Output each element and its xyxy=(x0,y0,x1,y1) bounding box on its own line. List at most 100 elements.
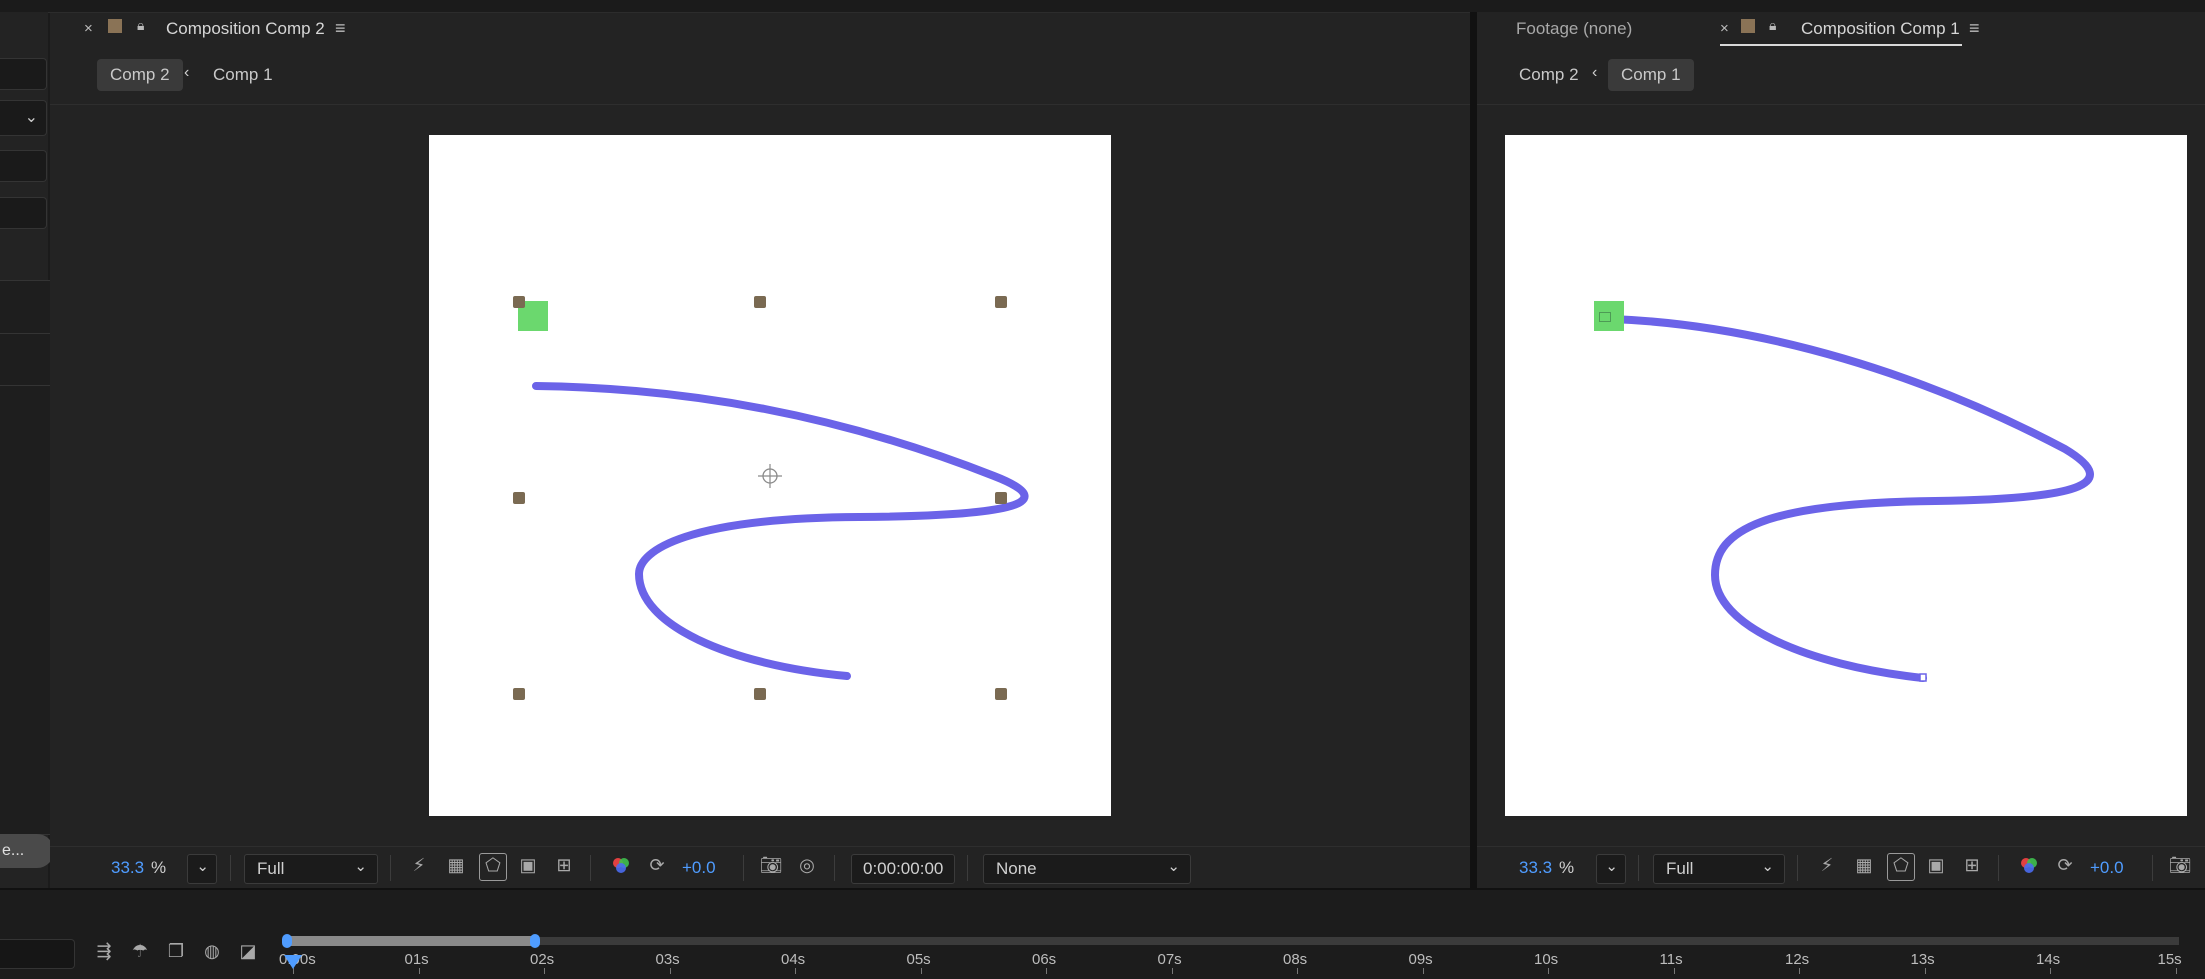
ruler-tick xyxy=(418,968,420,974)
panel-menu-icon[interactable]: ≡ xyxy=(1969,18,1980,39)
work-area-end-handle[interactable] xyxy=(530,934,540,948)
work-area-track[interactable] xyxy=(285,937,2179,945)
transform-handle[interactable] xyxy=(513,492,525,504)
comp2-canvas[interactable] xyxy=(429,135,1111,816)
left-dropdown[interactable]: ⌄ xyxy=(0,100,47,136)
composition-mini-flowchart-icon[interactable]: ⇶ xyxy=(91,940,117,966)
frame-blending-icon[interactable]: ❐ xyxy=(163,940,189,966)
ruler-tick xyxy=(669,968,671,974)
timeline-panel xyxy=(0,888,2205,979)
breadcrumb-comp2[interactable]: Comp 2 xyxy=(1519,65,1579,85)
close-icon[interactable]: × xyxy=(1720,20,1729,37)
mask-path-visibility-icon[interactable]: ⬠ xyxy=(479,853,507,881)
comp1-motion-path xyxy=(1608,315,2094,682)
motion-blur-icon[interactable]: ◍ xyxy=(199,940,225,966)
draft-3d-icon[interactable]: ☂︎ xyxy=(127,940,153,966)
divider xyxy=(743,855,744,881)
transparency-grid-icon[interactable]: ▦ xyxy=(443,854,469,880)
show-snapshot-icon[interactable]: ◎ xyxy=(794,854,820,880)
lock-icon[interactable]: 🔒︎ xyxy=(1769,17,1776,34)
work-area-bar[interactable] xyxy=(289,936,535,946)
comp1-canvas[interactable] xyxy=(1505,135,2187,816)
anchor-point-icon[interactable] xyxy=(758,464,782,488)
current-time-field[interactable]: 0:00:00:00 xyxy=(851,854,955,884)
playhead-indicator[interactable] xyxy=(284,955,302,969)
zoom-dropdown[interactable]: ⌄ xyxy=(1596,854,1626,884)
timeline-search-field[interactable] xyxy=(0,939,75,969)
ruler-tick xyxy=(2175,968,2177,974)
mask-path-visibility-icon[interactable]: ⬠ xyxy=(1887,853,1915,881)
divider xyxy=(967,855,968,881)
transform-handle[interactable] xyxy=(995,688,1007,700)
chevron-down-icon: ⌄ xyxy=(354,858,367,875)
breadcrumb-comp1[interactable]: Comp 1 xyxy=(1608,59,1694,91)
ruler-tick-label: 06s xyxy=(1032,951,1057,968)
chevron-down-icon: ⌄ xyxy=(1605,858,1618,875)
transform-handle[interactable] xyxy=(754,688,766,700)
reset-exposure-icon[interactable]: ⟳ xyxy=(2052,854,2078,880)
transparency-grid-icon[interactable]: ▦ xyxy=(1851,854,1877,880)
ruler-tick-label: 10s xyxy=(1534,951,1559,968)
channel-rgb-icon[interactable] xyxy=(2016,854,2042,880)
ruler-tick xyxy=(1548,968,1549,974)
zoom-value[interactable]: 33.3 xyxy=(1519,858,1552,878)
comp-swatch-icon xyxy=(1741,19,1755,33)
panel-menu-icon[interactable]: ≡ xyxy=(335,18,346,39)
lock-icon[interactable]: 🔒︎ xyxy=(137,17,144,34)
graph-editor-icon[interactable]: ◪ xyxy=(235,940,261,966)
exposure-value[interactable]: +0.0 xyxy=(682,858,716,878)
left-action-button[interactable]: e... xyxy=(0,834,54,868)
camera-snapshot-icon[interactable]: 📷︎ xyxy=(758,854,784,880)
breadcrumb-comp1[interactable]: Comp 1 xyxy=(213,65,273,85)
resolution-label: Full xyxy=(1666,859,1694,878)
transform-handle[interactable] xyxy=(754,296,766,308)
path-endpoint[interactable] xyxy=(1919,673,1927,682)
zoom-dropdown[interactable]: ⌄ xyxy=(187,854,217,884)
transform-handle[interactable] xyxy=(995,492,1007,504)
panel-divider[interactable] xyxy=(1470,12,1477,888)
comp2-motion-path xyxy=(532,382,1029,680)
region-of-interest-icon[interactable]: ▣ xyxy=(515,854,541,880)
left-field-2[interactable] xyxy=(0,150,47,182)
work-area-start-handle[interactable] xyxy=(282,934,292,948)
ruler-tick-label: 04s xyxy=(781,951,806,968)
layer-anchor-marker xyxy=(1599,312,1611,322)
resolution-dropdown[interactable]: Full ⌄ xyxy=(244,854,378,884)
ruler-tick-label: 01s xyxy=(404,951,429,968)
transform-handle[interactable] xyxy=(995,296,1007,308)
grid-guides-icon[interactable]: ⊞ xyxy=(1959,854,1985,880)
fast-previews-icon[interactable]: ⚡︎ xyxy=(406,854,432,880)
tab-composition-comp1[interactable]: Composition Comp 1 xyxy=(1801,19,1960,39)
left-field-3[interactable] xyxy=(0,197,47,229)
left-list xyxy=(0,280,51,835)
tab-composition-comp2[interactable]: Composition Comp 2 xyxy=(166,19,325,39)
divider xyxy=(1797,855,1798,881)
zoom-value[interactable]: 33.3 xyxy=(111,858,144,878)
left-field-1[interactable] xyxy=(0,58,47,90)
rgb-circles xyxy=(613,858,629,873)
chevron-down-icon: ⌄ xyxy=(24,109,38,126)
ruler-tick-label: 09s xyxy=(1408,951,1433,968)
transform-handle[interactable] xyxy=(513,688,525,700)
region-of-interest-icon[interactable]: ▣ xyxy=(1923,854,1949,880)
ruler-tick-label: 03s xyxy=(655,951,680,968)
ruler-tick xyxy=(1297,968,1298,974)
resolution-dropdown[interactable]: Full ⌄ xyxy=(1653,854,1785,884)
transform-handle[interactable] xyxy=(513,296,525,308)
exposure-value[interactable]: +0.0 xyxy=(2090,858,2124,878)
resolution-label: Full xyxy=(257,859,285,878)
green-layer[interactable] xyxy=(1594,301,1624,331)
grid-guides-icon[interactable]: ⊞ xyxy=(551,854,577,880)
camera-snapshot-icon[interactable]: 📷︎ xyxy=(2167,854,2193,880)
tab-footage[interactable]: Footage (none) xyxy=(1516,19,1632,39)
channel-rgb-icon[interactable] xyxy=(608,854,634,880)
ruler-tick-label: 07s xyxy=(1157,951,1182,968)
view-option-dropdown[interactable]: None ⌄ xyxy=(983,854,1191,884)
breadcrumb-comp2[interactable]: Comp 2 xyxy=(97,59,183,91)
zoom-unit: % xyxy=(1559,858,1575,877)
ruler-tick xyxy=(920,968,922,974)
fast-previews-icon[interactable]: ⚡︎ xyxy=(1814,854,1840,880)
close-icon[interactable]: × xyxy=(84,20,93,37)
reset-exposure-icon[interactable]: ⟳ xyxy=(644,854,670,880)
ruler-tick-label: 14s xyxy=(2036,951,2061,968)
